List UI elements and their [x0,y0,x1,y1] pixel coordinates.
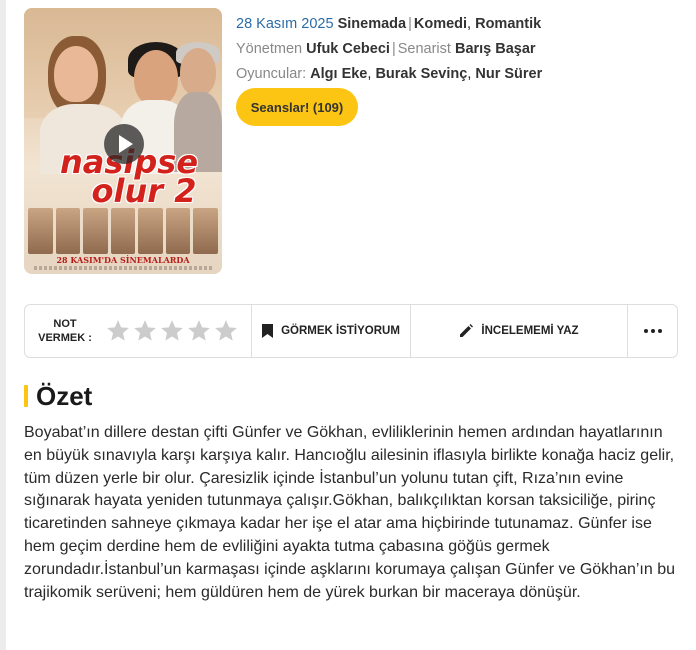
watchlist-label: GÖRMEK İSTİYORUM [281,325,400,337]
play-trailer-icon[interactable] [104,124,144,164]
star-icon[interactable] [213,318,239,344]
star-icon[interactable] [105,318,131,344]
poster-figure-face [134,50,178,106]
rating-section: NOT VERMEK : [25,305,252,357]
star-icon[interactable] [186,318,212,344]
poster-cast-row [28,208,219,254]
pencil-icon [460,324,474,337]
star-icon[interactable] [159,318,185,344]
director-link[interactable]: Ufuk Cebeci [306,41,390,57]
summary-header: Özet [24,379,92,413]
write-review-label: İNCELEMEMİ YAZ [481,325,579,337]
watchlist-button[interactable]: GÖRMEK İSTİYORUM [252,305,411,357]
cast-label: Oyuncular: [236,66,307,82]
writer-link[interactable]: Barış Başar [455,41,536,57]
left-edge-rule [0,0,6,650]
ellipsis-icon [643,329,662,333]
crew-line: Yönetmen Ufuk Cebeci | Senarist Barış Başa… [236,41,536,57]
cast-link[interactable]: Algı Eke [310,66,367,82]
movie-poster[interactable]: nasipse olur 2 28 KASIM'DA SİNEMALARDA [24,8,222,274]
poster-fine-print [34,266,212,270]
rating-label: NOT VERMEK : [38,318,92,344]
genre-link[interactable]: Romantik [475,16,541,32]
poster-release-banner: 28 KASIM'DA SİNEMALARDA [56,255,190,265]
summary-accent-bar [24,385,28,407]
summary-title: Özet [36,380,93,411]
sessions-button[interactable]: Seanslar! (109) [236,88,358,126]
poster-figure-face [54,46,98,102]
poster-figure-face [180,48,216,96]
director-label: Yönetmen [236,41,303,57]
movie-info: 28 Kasım 2025 Sinemada | Komedi, Romantik … [236,12,676,87]
bookmark-icon [262,324,274,338]
action-bar: NOT VERMEK : GÖRMEK İSTİYORUM İNCELEMEMİ… [24,304,678,358]
summary-text: Boyabat’ın dillere destan çifti Günfer v… [24,424,676,601]
star-icon[interactable] [132,318,158,344]
rating-stars [105,318,239,344]
cast-line: Oyuncular: Algı Eke, Burak Sevinç, Nur S… [236,66,543,82]
write-review-button[interactable]: İNCELEMEMİ YAZ [411,305,628,357]
writer-label: Senarist [397,41,451,57]
release-place[interactable]: Sinemada [338,16,407,32]
cast-link[interactable]: Nur Sürer [475,66,542,82]
release-date: 28 Kasım 2025 [236,16,334,32]
more-options-button[interactable] [628,305,677,357]
cast-link[interactable]: Burak Sevinç [375,66,467,82]
release-line: 28 Kasım 2025 Sinemada | Komedi, Romantik [236,16,542,32]
genre-link[interactable]: Komedi [414,16,467,32]
